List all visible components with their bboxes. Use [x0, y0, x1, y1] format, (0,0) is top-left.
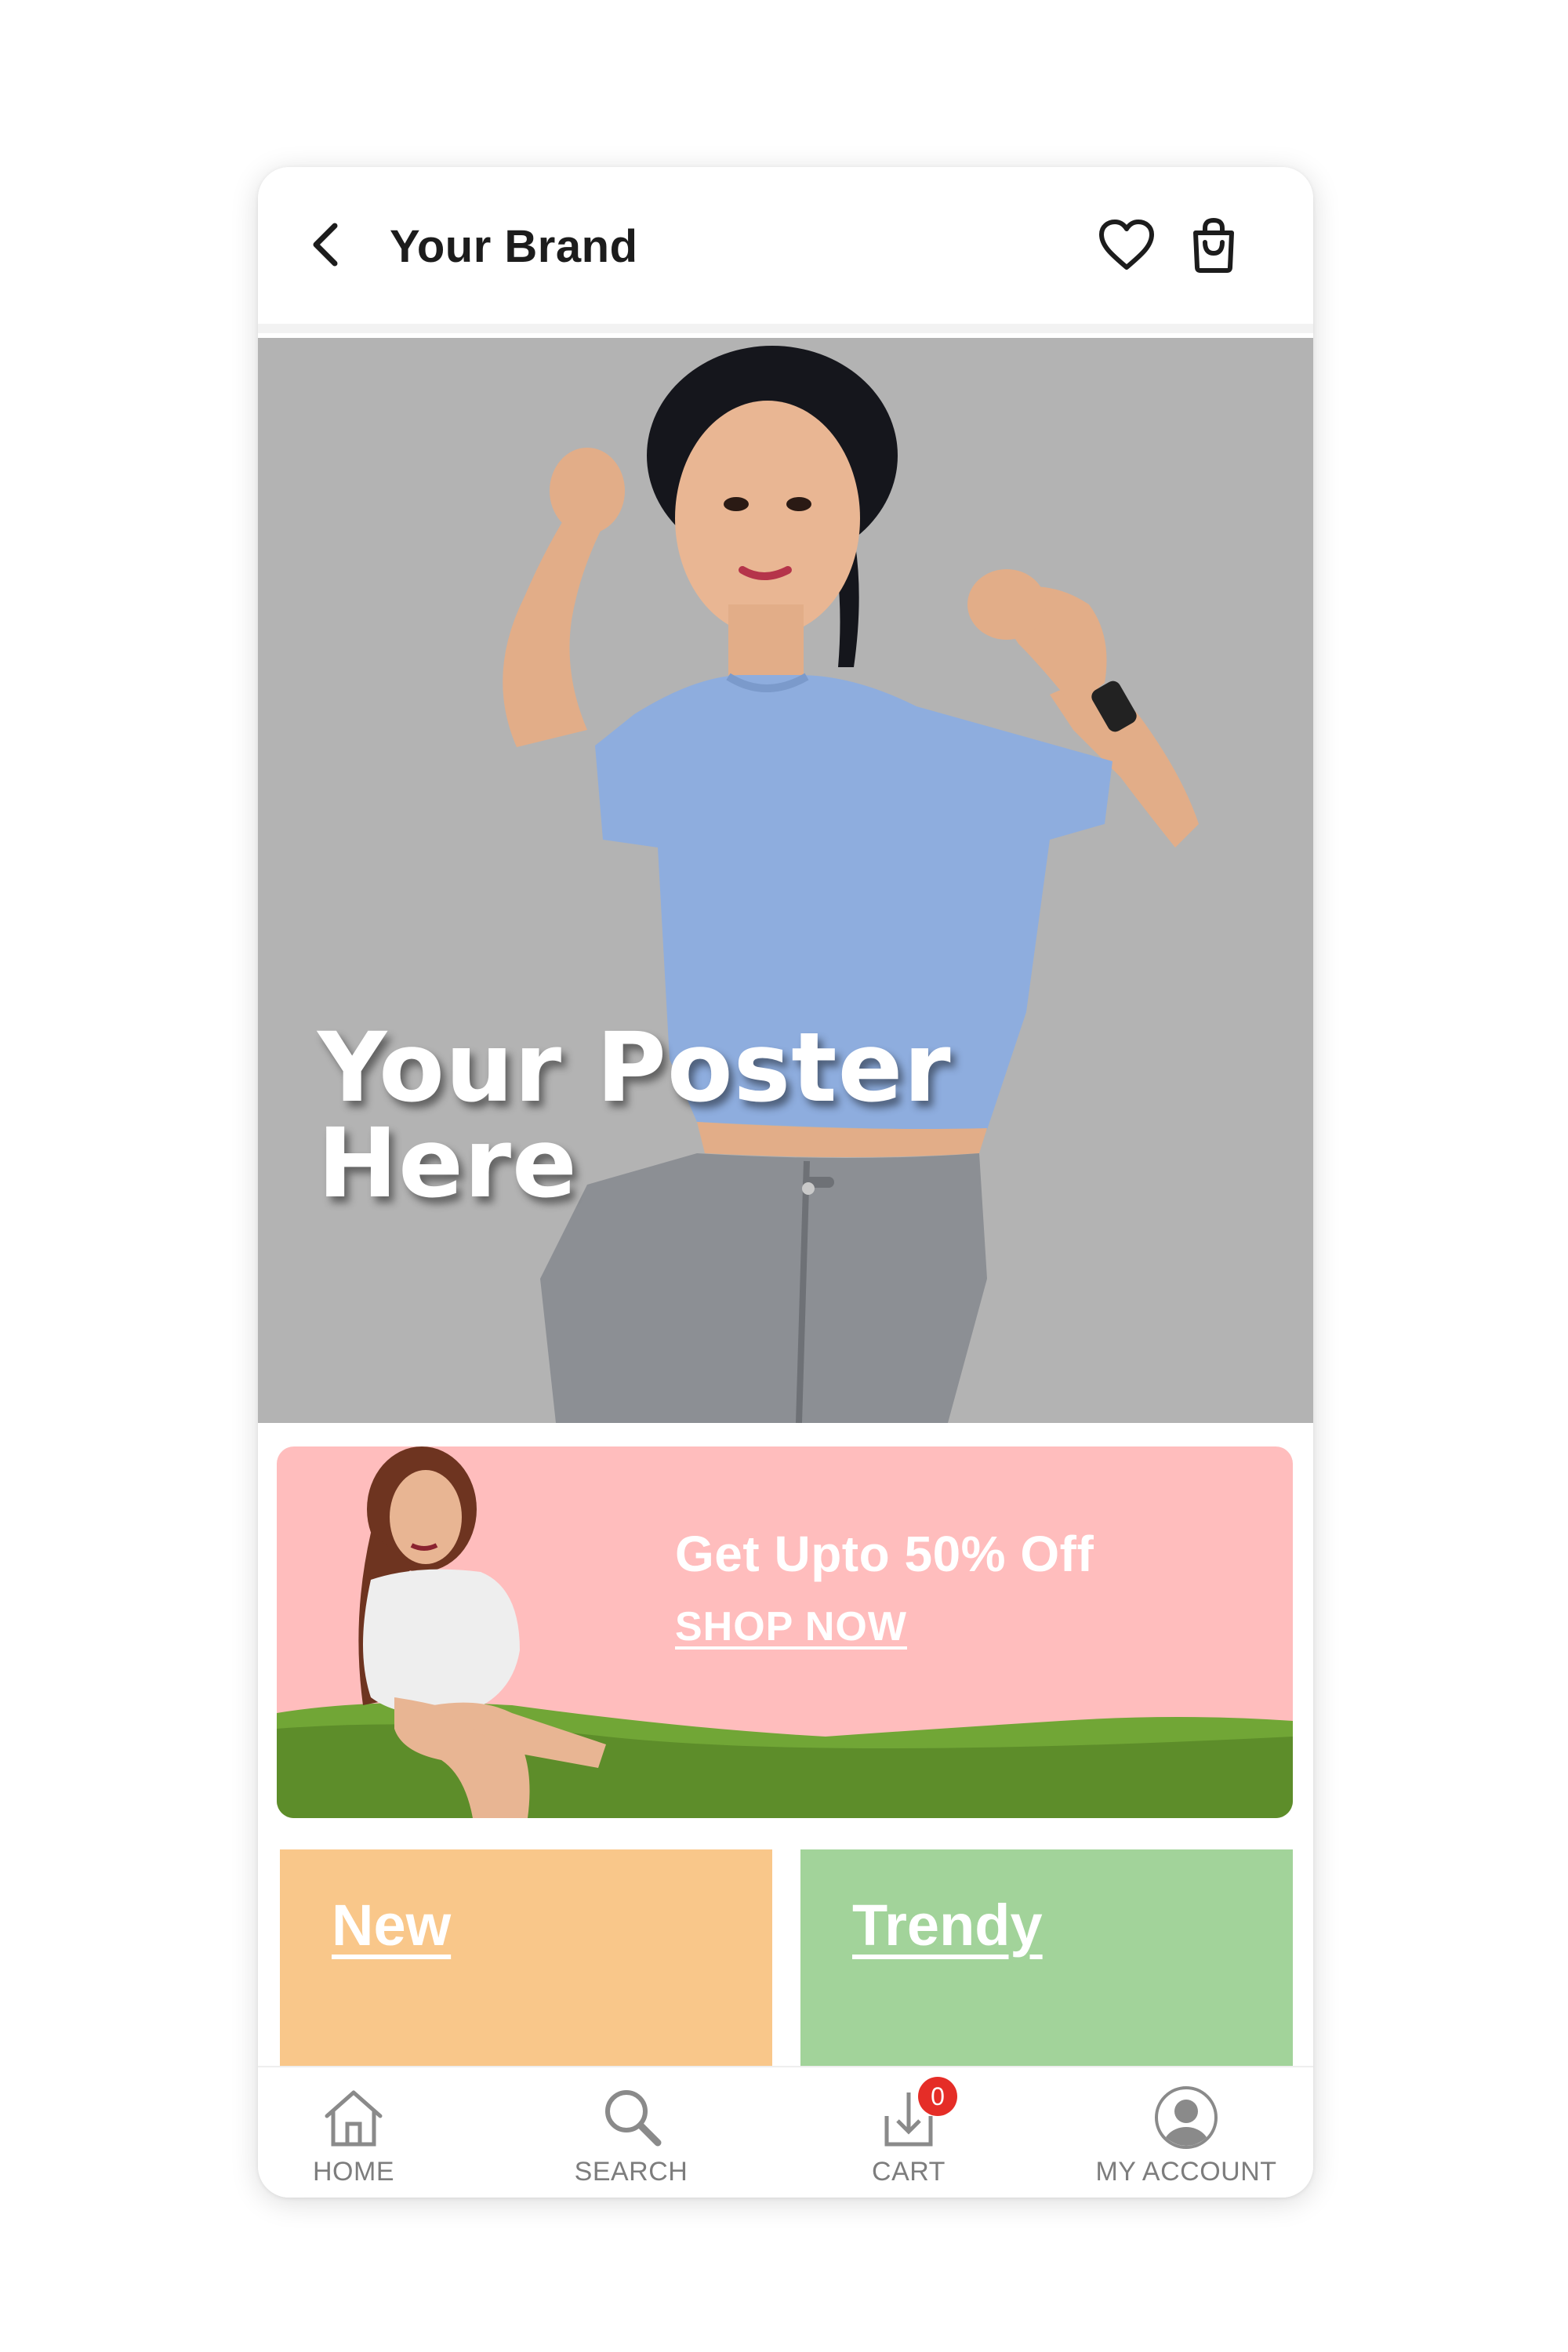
chevron-left-icon: [313, 223, 338, 267]
category-tile-new[interactable]: New: [280, 1849, 772, 2085]
nav-cart[interactable]: 0 CART: [807, 2067, 1011, 2198]
promo-title: Get Upto 50% Off: [675, 1526, 1094, 1582]
shopping-bag-icon: [1193, 217, 1234, 273]
nav-home[interactable]: HOME: [258, 2067, 456, 2198]
search-icon: [605, 2090, 662, 2147]
header-divider: [258, 324, 1313, 333]
nav-label-home: HOME: [313, 2157, 394, 2187]
hero-banner[interactable]: Your Poster Here: [258, 338, 1313, 1423]
back-button[interactable]: [305, 218, 349, 271]
wishlist-button[interactable]: [1098, 219, 1155, 272]
nav-label-my-account: MY ACCOUNT: [1095, 2157, 1277, 2187]
hero-model-image: [503, 346, 1199, 1423]
phone-frame: Your Brand Your Poster Here Get Upto 50%…: [258, 167, 1313, 2198]
brand-title: Your Brand: [390, 221, 638, 272]
category-label-new: New: [332, 1893, 452, 1958]
hero-headline: Your Poster Here: [318, 1020, 952, 1211]
cart-count-badge: 0: [918, 2077, 957, 2116]
category-tile-trendy[interactable]: Trendy: [800, 1849, 1293, 2085]
heart-icon: [1099, 220, 1154, 270]
hero-line-1: Your Poster: [318, 1012, 952, 1123]
app-header: Your Brand: [258, 167, 1313, 324]
nav-search[interactable]: SEARCH: [529, 2067, 733, 2198]
hero-line-2: Here: [318, 1108, 578, 1219]
nav-label-search: SEARCH: [574, 2157, 688, 2187]
category-label-trendy: Trendy: [852, 1893, 1043, 1958]
nav-label-cart: CART: [872, 2157, 946, 2187]
home-icon: [325, 2090, 383, 2147]
shopping-bag-button[interactable]: [1188, 217, 1240, 274]
nav-my-account[interactable]: MY ACCOUNT: [1084, 2067, 1288, 2198]
promo-banner[interactable]: Get Upto 50% Off SHOP NOW: [277, 1446, 1293, 1818]
shop-now-link[interactable]: SHOP NOW: [675, 1603, 907, 1650]
account-icon: [1155, 2086, 1218, 2149]
bottom-navigation: HOME SEARCH 0 CART MY ACCOUNT: [258, 2066, 1313, 2198]
